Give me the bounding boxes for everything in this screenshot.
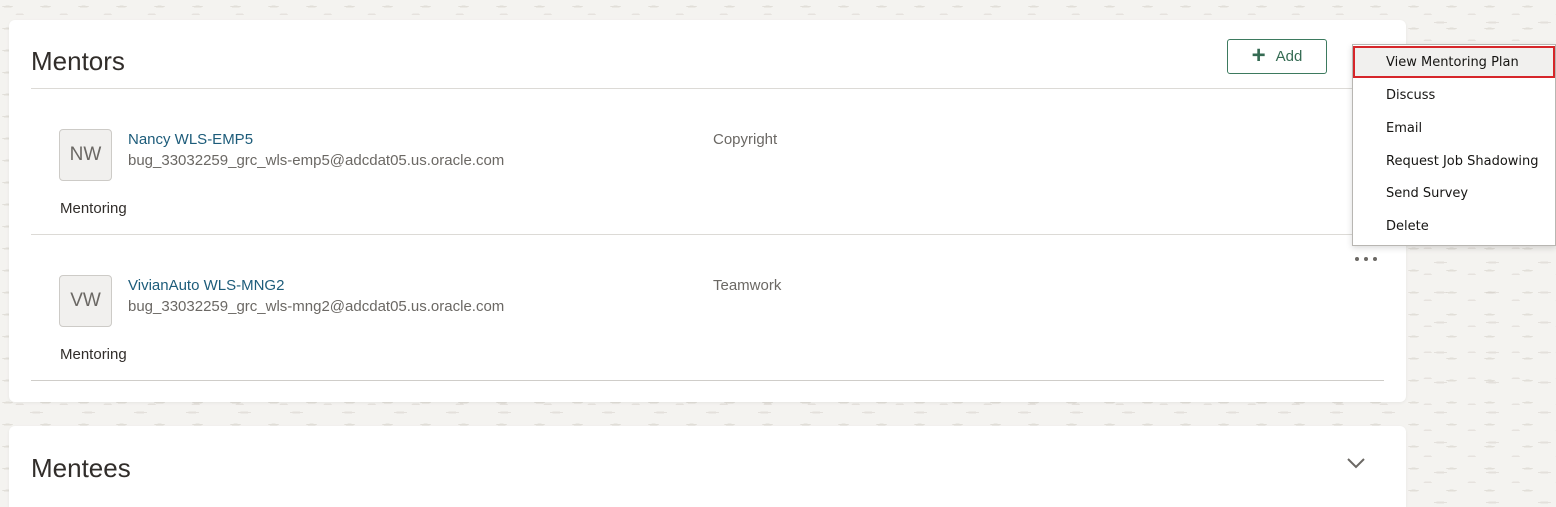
mentor-name-link[interactable]: Nancy WLS-EMP5	[128, 131, 253, 148]
menu-item-view-mentoring-plan[interactable]: View Mentoring Plan	[1353, 46, 1555, 78]
mentors-title: Mentors	[31, 46, 125, 76]
mentor-email: bug_33032259_grc_wls-mng2@adcdat05.us.or…	[128, 298, 505, 315]
relationship-type: Mentoring	[60, 200, 127, 217]
menu-item-email[interactable]: Email	[1353, 112, 1555, 144]
more-actions-button[interactable]	[1355, 252, 1377, 266]
menu-item-delete[interactable]: Delete	[1353, 210, 1555, 242]
relationship-type: Mentoring	[60, 346, 127, 363]
mentor-skill: Copyright	[713, 131, 778, 148]
plus-icon: +	[1251, 41, 1266, 69]
menu-item-request-job-shadowing[interactable]: Request Job Shadowing	[1353, 145, 1555, 177]
chevron-down-icon[interactable]	[1346, 456, 1366, 470]
actions-menu: View Mentoring Plan Discuss Email Reques…	[1352, 44, 1556, 246]
mentor-row: NW Nancy WLS-EMP5 bug_33032259_grc_wls-e…	[31, 89, 1384, 235]
mentor-email: bug_33032259_grc_wls-emp5@adcdat05.us.or…	[128, 152, 505, 169]
mentor-skill: Teamwork	[713, 277, 782, 294]
avatar: VW	[59, 275, 112, 327]
mentors-panel: Mentors + Add NW Nancy WLS-EMP5 bug_3303…	[9, 20, 1406, 402]
ellipsis-dot-icon	[1355, 257, 1359, 261]
mentees-panel: Mentees	[9, 426, 1406, 507]
avatar: NW	[59, 129, 112, 181]
row-divider	[31, 380, 1384, 381]
menu-item-send-survey[interactable]: Send Survey	[1353, 177, 1555, 209]
mentees-title: Mentees	[31, 453, 131, 483]
add-button-label: Add	[1275, 48, 1303, 65]
ellipsis-dot-icon	[1364, 257, 1368, 261]
mentor-name-link[interactable]: VivianAuto WLS-MNG2	[128, 277, 284, 294]
menu-item-discuss[interactable]: Discuss	[1353, 79, 1555, 111]
add-mentor-button[interactable]: + Add	[1227, 39, 1327, 74]
mentor-row: VW VivianAuto WLS-MNG2 bug_33032259_grc_…	[31, 235, 1384, 381]
ellipsis-dot-icon	[1373, 257, 1377, 261]
